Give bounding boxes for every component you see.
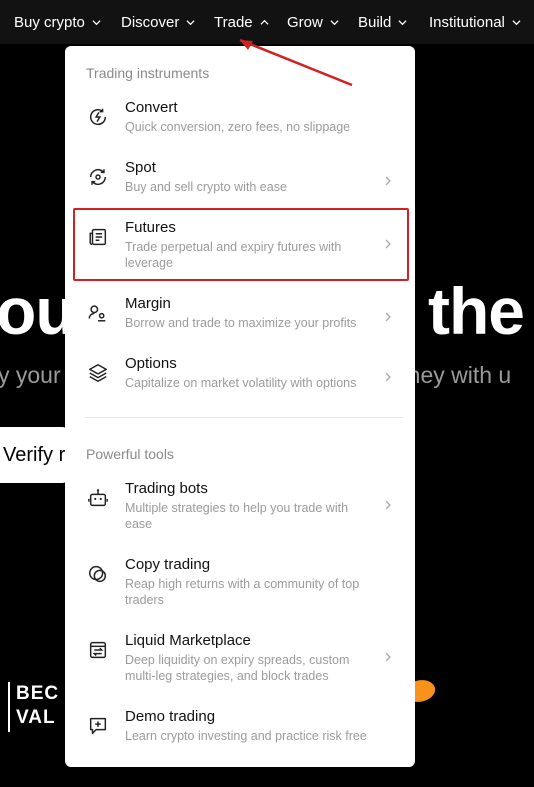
menu-item-title: Copy trading: [125, 556, 211, 573]
options-icon: [87, 362, 109, 384]
menu-item-title: Margin: [125, 295, 171, 312]
menu-item-description: Trade perpetual and expiry futures with …: [125, 240, 342, 270]
menu-item-copy-trading[interactable]: Copy trading Reap high returns with a co…: [75, 556, 405, 616]
section-divider: [85, 417, 403, 418]
partner-logo-line-1: BEC: [16, 683, 60, 704]
chevron-down-icon: [92, 18, 101, 27]
hero-subtitle-right: rney with u: [400, 362, 512, 388]
menu-item-description: Capitalize on market volatility with opt…: [125, 376, 357, 390]
convert-icon: [87, 106, 109, 128]
verify-button-label: Verify r: [3, 443, 66, 466]
nav-label: Buy crypto: [14, 13, 85, 31]
hero-heading-left: ou: [0, 274, 76, 348]
chevron-down-icon: [330, 18, 339, 27]
chevron-down-icon: [186, 18, 195, 27]
section-title-powerful-tools: Powerful tools: [86, 446, 174, 462]
section-title-trading-instruments: Trading instruments: [86, 65, 210, 81]
trade-dropdown-menu: Trading instruments Convert Quick conver…: [65, 46, 415, 767]
nav-build[interactable]: Build: [358, 0, 407, 44]
menu-item-title: Liquid Marketplace: [125, 632, 251, 649]
menu-item-description: Reap high returns with a community of to…: [125, 577, 360, 607]
spot-icon: [87, 166, 109, 188]
bot-icon: [87, 487, 109, 509]
chevron-down-icon: [398, 18, 407, 27]
menu-item-title: Spot: [125, 159, 156, 176]
top-navigation: Buy crypto Discover Trade Grow Build Ins…: [0, 0, 534, 44]
chevron-right-icon: [384, 499, 392, 511]
chevron-right-icon: [384, 175, 392, 187]
nav-institutional[interactable]: Institutional: [429, 0, 521, 44]
nav-buy-crypto[interactable]: Buy crypto: [14, 0, 101, 44]
futures-icon: [87, 226, 109, 248]
partner-logo: BEC VAL: [0, 676, 70, 736]
menu-item-convert[interactable]: Convert Quick conversion, zero fees, no …: [75, 99, 405, 159]
menu-item-options[interactable]: Options Capitalize on market volatility …: [75, 355, 405, 415]
chevron-right-icon: [384, 651, 392, 663]
menu-item-trading-bots[interactable]: Trading bots Multiple strategies to help…: [75, 480, 405, 540]
copy-trading-icon: [87, 563, 109, 585]
nav-label: Trade: [214, 13, 253, 31]
verify-button[interactable]: Verify r: [0, 427, 70, 483]
menu-item-title: Trading bots: [125, 480, 208, 497]
chevron-right-icon: [384, 371, 392, 383]
nav-label: Grow: [287, 13, 323, 31]
menu-item-description: Deep liquidity on expiry spreads, custom…: [125, 653, 350, 683]
chevron-up-icon: [260, 18, 269, 27]
nav-label: Institutional: [429, 13, 505, 31]
menu-item-description: Borrow and trade to maximize your profit…: [125, 316, 357, 330]
menu-item-description: Multiple strategies to help you trade wi…: [125, 501, 349, 531]
menu-item-title: Convert: [125, 99, 178, 116]
menu-item-description: Learn crypto investing and practice risk…: [125, 729, 367, 743]
marketplace-icon: [87, 639, 109, 661]
menu-item-description: Quick conversion, zero fees, no slippage: [125, 120, 351, 134]
demo-trading-icon: [87, 715, 109, 737]
menu-item-title: Options: [125, 355, 177, 372]
nav-label: Discover: [121, 13, 180, 31]
chevron-down-icon: [512, 18, 521, 27]
menu-item-title: Futures: [125, 219, 176, 236]
menu-item-demo-trading[interactable]: Demo trading Learn crypto investing and …: [75, 708, 405, 768]
menu-item-margin[interactable]: Margin Borrow and trade to maximize your…: [75, 295, 405, 355]
hero-heading-right: the: [428, 274, 525, 348]
menu-item-futures[interactable]: Futures Trade perpetual and expiry futur…: [75, 219, 405, 279]
hero-subtitle-left: y your: [0, 362, 61, 388]
menu-item-liquid-marketplace[interactable]: Liquid Marketplace Deep liquidity on exp…: [75, 632, 405, 692]
partner-logo-line-2: VAL: [16, 707, 56, 728]
nav-grow[interactable]: Grow: [287, 0, 339, 44]
chevron-right-icon: [384, 238, 392, 250]
menu-item-title: Demo trading: [125, 708, 216, 725]
nav-discover[interactable]: Discover: [121, 0, 195, 44]
nav-trade[interactable]: Trade: [214, 0, 269, 44]
chevron-right-icon: [384, 311, 392, 323]
margin-icon: [87, 302, 109, 324]
menu-item-description: Buy and sell crypto with ease: [125, 180, 287, 194]
nav-label: Build: [358, 13, 392, 31]
menu-item-spot[interactable]: Spot Buy and sell crypto with ease: [75, 159, 405, 219]
